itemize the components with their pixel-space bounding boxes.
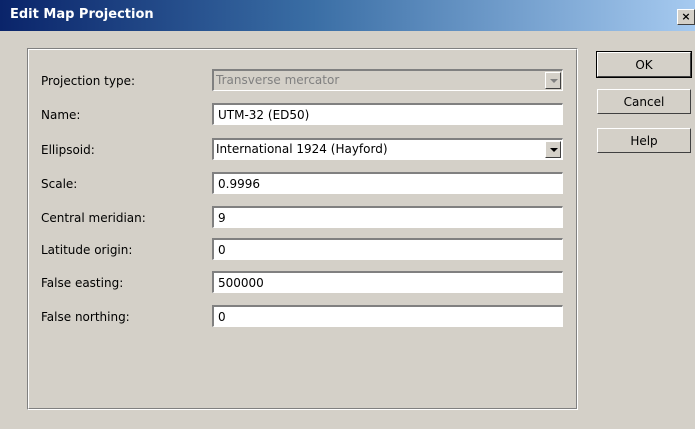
false-easting-label: False easting:	[41, 276, 124, 290]
ellipsoid-row: Ellipsoid: International 1924 (Hayford)	[28, 138, 577, 162]
scale-field[interactable]	[212, 172, 563, 194]
title-bar[interactable]: Edit Map Projection ×	[0, 0, 695, 31]
central-meridian-field[interactable]	[212, 206, 563, 228]
chevron-down-icon	[545, 72, 561, 89]
false-northing-row: False northing:	[28, 305, 577, 329]
cancel-button[interactable]: Cancel	[597, 89, 691, 114]
ok-button[interactable]: OK	[596, 51, 692, 78]
projection-type-combo: Transverse mercator	[212, 69, 563, 91]
name-label: Name:	[41, 108, 81, 122]
ellipsoid-label: Ellipsoid:	[41, 143, 95, 157]
false-northing-label: False northing:	[41, 310, 130, 324]
projection-panel: Projection type: Transverse mercator Nam…	[27, 48, 578, 410]
name-field[interactable]	[212, 103, 563, 125]
scale-row: Scale:	[28, 172, 577, 196]
close-icon: ×	[681, 10, 691, 23]
ellipsoid-value: International 1924 (Hayford)	[216, 142, 388, 156]
ellipsoid-combo[interactable]: International 1924 (Hayford)	[212, 138, 563, 160]
latitude-origin-label: Latitude origin:	[41, 243, 133, 257]
help-button[interactable]: Help	[597, 128, 691, 153]
projection-type-row: Projection type: Transverse mercator	[28, 69, 577, 93]
projection-type-value: Transverse mercator	[216, 73, 340, 87]
central-meridian-label: Central meridian:	[41, 211, 146, 225]
scale-label: Scale:	[41, 177, 78, 191]
false-easting-field[interactable]	[212, 271, 563, 293]
latitude-origin-field[interactable]	[212, 238, 563, 260]
latitude-origin-row: Latitude origin:	[28, 238, 577, 262]
false-easting-row: False easting:	[28, 271, 577, 295]
false-northing-field[interactable]	[212, 305, 563, 327]
name-row: Name:	[28, 103, 577, 127]
chevron-down-icon[interactable]	[545, 141, 561, 158]
window-title: Edit Map Projection	[10, 7, 154, 22]
dialog-window: Edit Map Projection × Projection type: T…	[0, 0, 695, 429]
projection-type-label: Projection type:	[41, 74, 136, 88]
close-button[interactable]: ×	[677, 9, 695, 25]
central-meridian-row: Central meridian:	[28, 206, 577, 230]
